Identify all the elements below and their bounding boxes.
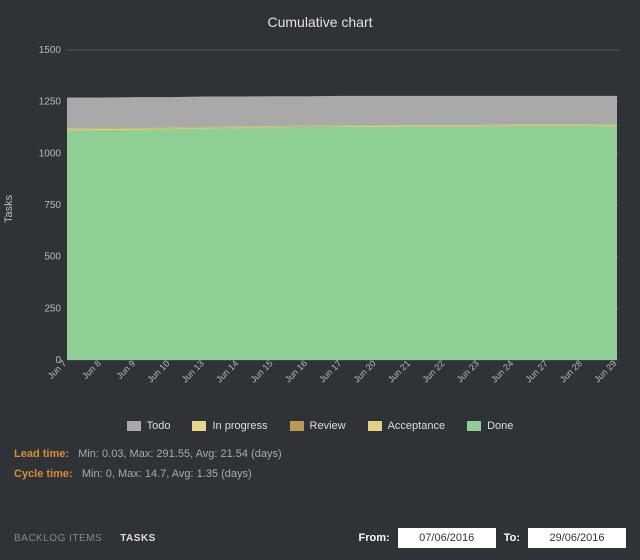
legend-label: In progress [212,420,267,432]
legend-swatch [192,421,206,431]
svg-text:Jun 7: Jun 7 [46,358,69,381]
svg-text:Jun 10: Jun 10 [145,358,171,384]
tab-backlog-items[interactable]: BACKLOG ITEMS [14,533,102,544]
view-tabs: BACKLOG ITEMS TASKS [14,533,156,544]
svg-text:Jun 24: Jun 24 [489,358,515,384]
from-label: From: [359,532,390,544]
svg-text:Jun 8: Jun 8 [80,358,103,381]
cycle-time-row: Cycle time: Min: 0, Max: 14.7, Avg: 1.35… [14,468,626,480]
y-axis-label: Tasks [3,195,15,223]
chart-legend: Todo In progress Review Acceptance Done [14,420,626,432]
svg-text:Jun 28: Jun 28 [558,358,584,384]
legend-label: Todo [147,420,171,432]
svg-text:Jun 17: Jun 17 [317,358,343,384]
svg-text:Jun 13: Jun 13 [180,358,206,384]
from-date-input[interactable] [398,528,496,548]
svg-text:1500: 1500 [39,45,62,56]
legend-item[interactable]: Acceptance [368,420,445,432]
svg-text:Jun 9: Jun 9 [115,358,138,381]
legend-item[interactable]: In progress [192,420,267,432]
lead-time-row: Lead time: Min: 0.03, Max: 291.55, Avg: … [14,448,626,460]
to-date-input[interactable] [528,528,626,548]
chart-title: Cumulative chart [14,14,626,30]
svg-text:Jun 23: Jun 23 [455,358,481,384]
svg-text:Jun 15: Jun 15 [248,358,274,384]
legend-swatch [290,421,304,431]
legend-item[interactable]: Review [290,420,346,432]
cumulative-chart: Tasks 0250500750100012501500Jun 7Jun 8Ju… [15,38,625,408]
svg-text:1250: 1250 [39,97,62,108]
cycle-time-value: Min: 0, Max: 14.7, Avg: 1.35 (days) [82,468,252,480]
svg-text:Jun 16: Jun 16 [283,358,309,384]
svg-text:Jun 21: Jun 21 [386,358,412,384]
lead-time-value: Min: 0.03, Max: 291.55, Avg: 21.54 (days… [78,448,281,460]
legend-swatch [368,421,382,431]
legend-swatch [127,421,141,431]
svg-text:Jun 27: Jun 27 [523,358,549,384]
legend-label: Done [487,420,513,432]
svg-text:Jun 14: Jun 14 [214,358,240,384]
svg-text:Jun 22: Jun 22 [420,358,446,384]
svg-text:Jun 20: Jun 20 [352,358,378,384]
to-label: To: [504,532,520,544]
svg-text:1000: 1000 [39,148,62,159]
legend-item[interactable]: Done [467,420,513,432]
svg-text:250: 250 [44,303,61,314]
chart-plot: 0250500750100012501500Jun 7Jun 8Jun 9Jun… [67,44,619,380]
legend-item[interactable]: Todo [127,420,171,432]
date-range: From: To: [359,528,626,548]
legend-label: Review [310,420,346,432]
tab-tasks[interactable]: TASKS [120,533,156,544]
svg-text:500: 500 [44,252,61,263]
svg-text:Jun 29: Jun 29 [592,358,618,384]
svg-text:750: 750 [44,200,61,211]
legend-label: Acceptance [388,420,445,432]
lead-time-label: Lead time: [14,448,69,460]
cycle-time-label: Cycle time: [14,468,73,480]
legend-swatch [467,421,481,431]
